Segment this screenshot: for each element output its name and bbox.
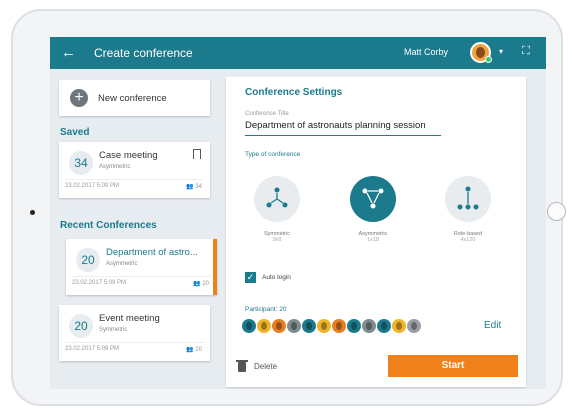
participant-avatar xyxy=(362,318,376,333)
edit-participants-link[interactable]: Edit xyxy=(484,320,501,331)
conference-date: 23.02.2017 5:09 PM xyxy=(72,280,127,286)
conference-name: Case meeting xyxy=(99,150,158,161)
conference-number: 20 xyxy=(76,248,100,272)
auto-login-label: Auto login xyxy=(262,274,291,281)
conference-name: Event meeting xyxy=(99,313,160,324)
type-option-symmetric[interactable]: Symmetric 9x9 xyxy=(252,176,302,243)
sidebar: + New conference Saved 34 Case meeting A… xyxy=(56,77,218,387)
participant-count-value: 20 xyxy=(195,347,202,353)
recent-conference-card[interactable]: 20 Event meeting Symmetric 23.02.2017 5:… xyxy=(59,305,210,361)
type-option-asymmetric[interactable]: Asymmetric 1x18 xyxy=(348,176,398,243)
divider xyxy=(65,179,204,180)
conference-type: Asymmetric xyxy=(106,261,138,267)
type-label: Type of conference xyxy=(245,151,301,158)
trash-icon[interactable] xyxy=(236,360,248,372)
participant-avatar xyxy=(302,318,316,333)
arrow-left-icon[interactable]: ← xyxy=(61,43,76,63)
participant-avatar xyxy=(257,318,271,333)
type-ratio: 4x120 xyxy=(460,237,476,243)
conference-settings-panel: Conference Settings Conference Title Dep… xyxy=(226,77,526,387)
auto-login-checkbox[interactable]: ✓ xyxy=(245,272,256,283)
page-title: Create conference xyxy=(94,46,193,60)
participant-avatar xyxy=(317,318,331,333)
chevron-down-icon[interactable]: ▾ xyxy=(499,47,503,56)
plus-icon: + xyxy=(70,89,88,107)
participants-label: Participant: 20 xyxy=(245,306,287,313)
role-based-icon xyxy=(445,176,491,222)
conference-date: 23.02.2017 5:09 PM xyxy=(65,183,120,189)
bookmark-icon[interactable] xyxy=(193,149,201,159)
participant-count: 👥 20 xyxy=(193,281,209,287)
settings-heading: Conference Settings xyxy=(245,87,343,98)
participant-avatars xyxy=(242,317,422,335)
selected-indicator xyxy=(213,239,217,295)
tablet-home-button xyxy=(547,202,566,221)
recent-conference-card[interactable]: 20 Department of astro... Asymmetric 23.… xyxy=(66,239,217,295)
asymmetric-icon xyxy=(350,176,396,222)
participant-count: 👥 20 xyxy=(186,347,202,353)
delete-button[interactable]: Delete xyxy=(254,362,277,371)
participant-count: 👥 34 xyxy=(186,184,202,190)
recent-heading: Recent Conferences xyxy=(60,220,157,231)
type-ratio: 9x9 xyxy=(272,237,282,243)
divider xyxy=(65,342,204,343)
app-screen: ← Create conference Matt Corby ▾ ⛶ + New… xyxy=(50,37,546,389)
saved-conference-card[interactable]: 34 Case meeting Asymmetric 23.02.2017 5:… xyxy=(59,142,210,198)
symmetric-icon xyxy=(254,176,300,222)
expand-icon[interactable]: ⛶ xyxy=(522,45,530,58)
conference-title-input[interactable]: Department of astronauts planning sessio… xyxy=(245,120,441,136)
participant-avatar xyxy=(347,318,361,333)
conference-type: Asymmetric xyxy=(99,164,131,170)
type-option-role-based[interactable]: Role-based 4x120 xyxy=(443,176,493,243)
tablet-camera xyxy=(30,210,35,215)
participant-avatar xyxy=(407,318,421,333)
online-status-icon xyxy=(485,56,492,63)
conference-date: 23.02.2017 5:09 PM xyxy=(65,346,120,352)
start-button[interactable]: Start xyxy=(388,355,518,377)
conference-number: 20 xyxy=(69,314,93,338)
conference-number: 34 xyxy=(69,151,93,175)
participant-count-value: 34 xyxy=(195,184,202,190)
user-name[interactable]: Matt Corby xyxy=(404,47,448,57)
conference-type: Symmetric xyxy=(99,327,128,333)
participant-count-value: 20 xyxy=(202,281,209,287)
new-conference-label: New conference xyxy=(98,93,167,104)
new-conference-button[interactable]: + New conference xyxy=(59,80,210,116)
divider xyxy=(72,276,211,277)
saved-heading: Saved xyxy=(60,127,90,138)
participant-avatar xyxy=(272,318,286,333)
participant-avatar xyxy=(392,318,406,333)
participant-avatar xyxy=(332,318,346,333)
conference-name: Department of astro... xyxy=(106,247,198,258)
participant-avatar xyxy=(377,318,391,333)
title-field-label: Conference Title xyxy=(245,111,289,117)
top-bar: ← Create conference Matt Corby ▾ ⛶ xyxy=(50,37,546,69)
type-ratio: 1x18 xyxy=(367,237,379,243)
participant-avatar xyxy=(242,318,256,333)
participant-avatar xyxy=(287,318,301,333)
